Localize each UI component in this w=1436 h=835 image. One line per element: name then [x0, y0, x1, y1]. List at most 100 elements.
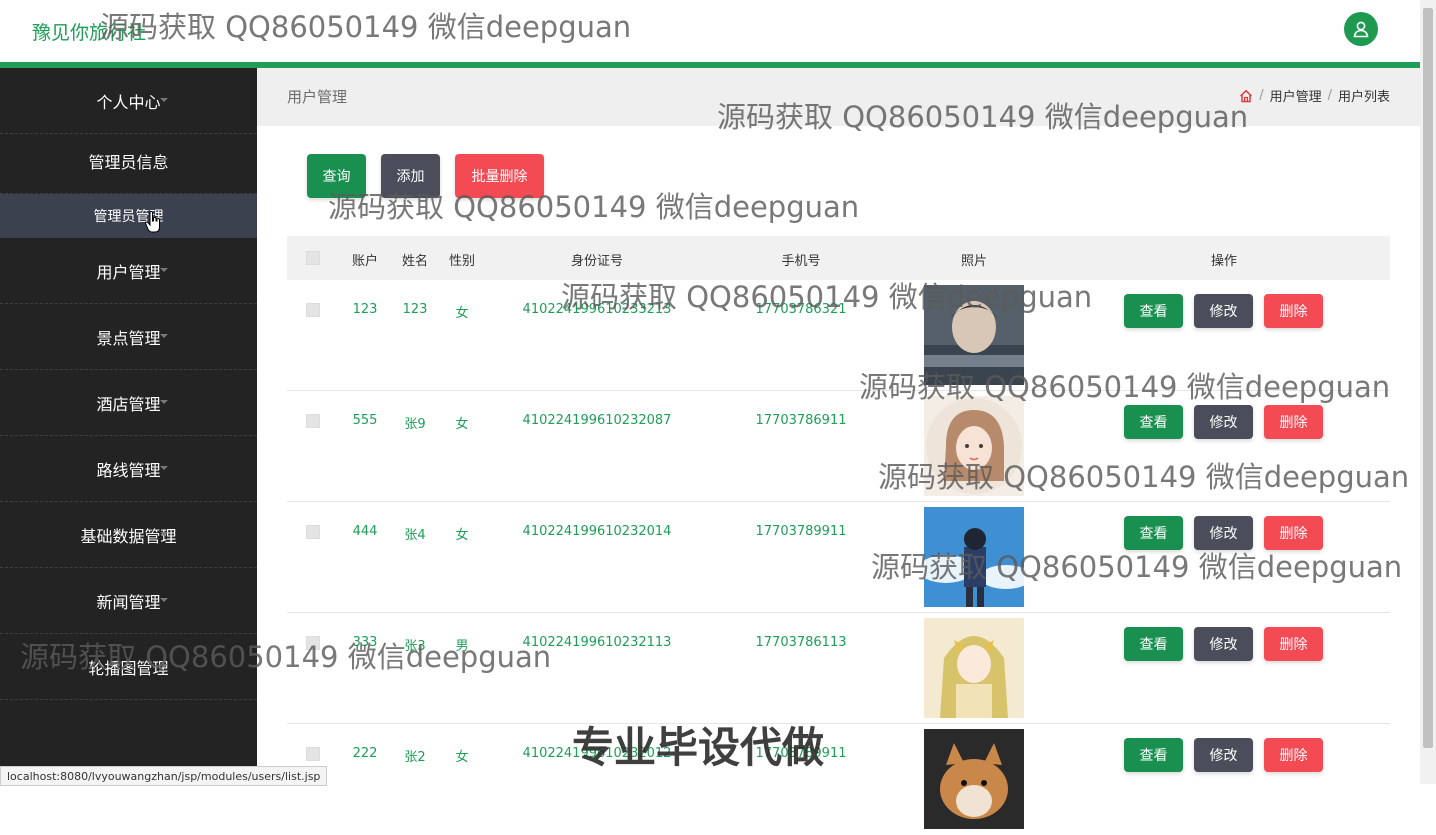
sidebar-item-label: 路线管理	[96, 460, 161, 480]
sidebar-item-label: 轮播图管理	[88, 658, 169, 678]
cell-id-card: 410224199610232014	[522, 524, 672, 539]
column-header: 身份证号	[570, 254, 624, 269]
cell-name: 张2	[404, 750, 426, 765]
watermark-banner: 专业毕设代做	[572, 723, 825, 772]
sidebar-item-user-management[interactable]: 用户管理	[0, 238, 257, 304]
sidebar-item-label: 景点管理	[96, 328, 161, 348]
user-photo	[924, 396, 1024, 496]
sidebar-item-base-data[interactable]: 基础数据管理	[0, 502, 257, 568]
sidebar-item-routes[interactable]: 路线管理	[0, 436, 257, 502]
view-button[interactable]: 查看	[1124, 516, 1183, 550]
breadcrumb-bar: 用户管理 / 用户管理 / 用户列表	[257, 68, 1420, 126]
delete-button[interactable]: 删除	[1264, 738, 1323, 772]
cell-name: 张3	[404, 639, 426, 654]
cell-phone: 17703789911	[755, 524, 847, 539]
cell-account: 222	[352, 746, 378, 761]
scrollbar-thumb[interactable]	[1423, 8, 1433, 748]
cell-account: 555	[352, 413, 378, 428]
sidebar-item-label: 管理员信息	[88, 152, 169, 172]
main-content: 用户管理 / 用户管理 / 用户列表 查询 添加 批量删除 账户 姓名 性别 身…	[257, 68, 1420, 829]
column-header: 姓名	[401, 254, 429, 269]
sidebar: 个人中心 管理员信息 管理员管理 用户管理 景点管理 酒店管理 路线管理 基础数…	[0, 68, 257, 784]
page-scrollbar[interactable]	[1420, 0, 1436, 784]
user-avatar-button[interactable]	[1344, 12, 1378, 46]
table-row: 123 123 女 410224199610233213 17703786321…	[287, 280, 1390, 391]
chevron-down-icon	[160, 268, 168, 272]
edit-button[interactable]: 修改	[1194, 294, 1253, 328]
view-button[interactable]: 查看	[1124, 294, 1183, 328]
browser-status-url: localhost:8080/lvyouwangzhan/jsp/modules…	[0, 766, 328, 786]
row-checkbox[interactable]	[306, 414, 320, 428]
breadcrumb-item[interactable]: 用户管理	[1270, 86, 1322, 105]
cell-name: 123	[402, 302, 428, 317]
chevron-down-icon	[160, 334, 168, 338]
sidebar-item-label: 酒店管理	[96, 394, 161, 414]
bulk-delete-button[interactable]: 批量删除	[455, 154, 544, 198]
cell-phone: 17703786911	[755, 413, 847, 428]
cell-name: 张9	[404, 417, 426, 432]
row-checkbox[interactable]	[306, 303, 320, 317]
sidebar-item-news[interactable]: 新闻管理	[0, 568, 257, 634]
row-checkbox[interactable]	[306, 636, 320, 650]
user-photo	[924, 507, 1024, 607]
edit-button[interactable]: 修改	[1194, 405, 1253, 439]
chevron-down-icon	[160, 400, 168, 404]
edit-button[interactable]: 修改	[1194, 516, 1253, 550]
home-icon[interactable]	[1239, 89, 1253, 103]
column-header: 操作	[1210, 254, 1238, 269]
cell-id-card: 410224199610233213	[522, 302, 672, 317]
cell-gender: 女	[455, 528, 469, 543]
sidebar-item-label: 个人中心	[96, 92, 161, 112]
view-button[interactable]: 查看	[1124, 627, 1183, 661]
select-all-checkbox[interactable]	[306, 251, 320, 265]
sidebar-item-hotels[interactable]: 酒店管理	[0, 370, 257, 436]
view-button[interactable]: 查看	[1124, 405, 1183, 439]
cell-account: 333	[352, 635, 378, 650]
table-row: 555 张9 女 410224199610232087 17703786911 …	[287, 391, 1390, 502]
table-row: 444 张4 女 410224199610232014 17703789911 …	[287, 502, 1390, 613]
table-header: 账户 姓名 性别 身份证号 手机号 照片 操作	[287, 236, 1390, 280]
cell-gender: 女	[455, 306, 469, 321]
cell-account: 444	[352, 524, 378, 539]
sidebar-subitem-admin-management[interactable]: 管理员管理	[0, 194, 257, 238]
breadcrumb: / 用户管理 / 用户列表	[1239, 86, 1390, 105]
column-header: 账户	[351, 254, 379, 269]
brand-title[interactable]: 豫见你旅行社	[32, 18, 146, 45]
row-checkbox[interactable]	[306, 525, 320, 539]
chevron-down-icon	[160, 98, 168, 102]
user-photo	[924, 285, 1024, 385]
delete-button[interactable]: 删除	[1264, 294, 1323, 328]
query-button[interactable]: 查询	[307, 154, 366, 198]
cell-gender: 男	[455, 639, 469, 654]
sidebar-item-attractions[interactable]: 景点管理	[0, 304, 257, 370]
chevron-down-icon	[160, 664, 168, 668]
sidebar-item-label: 用户管理	[96, 262, 161, 282]
row-checkbox[interactable]	[306, 747, 320, 761]
breadcrumb-separator: /	[1327, 88, 1332, 103]
cell-name: 张4	[404, 528, 426, 543]
column-header: 手机号	[781, 254, 821, 269]
user-photo	[924, 729, 1024, 829]
sidebar-item-carousel[interactable]: 轮播图管理	[0, 634, 257, 700]
top-header: 豫见你旅行社	[0, 0, 1420, 62]
add-button[interactable]: 添加	[381, 154, 440, 198]
edit-button[interactable]: 修改	[1194, 627, 1253, 661]
column-header: 性别	[448, 254, 476, 269]
cell-id-card: 410224199610232087	[522, 413, 672, 428]
cell-id-card: 410224199610232113	[522, 635, 672, 650]
delete-button[interactable]: 删除	[1264, 627, 1323, 661]
delete-button[interactable]: 删除	[1264, 405, 1323, 439]
chevron-down-icon	[160, 532, 168, 536]
breadcrumb-item[interactable]: 用户列表	[1338, 86, 1390, 105]
cell-account: 123	[352, 302, 378, 317]
sidebar-item-admin-info[interactable]: 管理员信息	[0, 128, 257, 194]
user-icon	[1353, 21, 1369, 38]
column-header: 照片	[960, 254, 988, 269]
delete-button[interactable]: 删除	[1264, 516, 1323, 550]
cell-gender: 女	[455, 417, 469, 432]
chevron-down-icon	[160, 466, 168, 470]
sidebar-item-personal-center[interactable]: 个人中心	[0, 68, 257, 134]
page-title: 用户管理	[287, 88, 348, 106]
view-button[interactable]: 查看	[1124, 738, 1183, 772]
edit-button[interactable]: 修改	[1194, 738, 1253, 772]
